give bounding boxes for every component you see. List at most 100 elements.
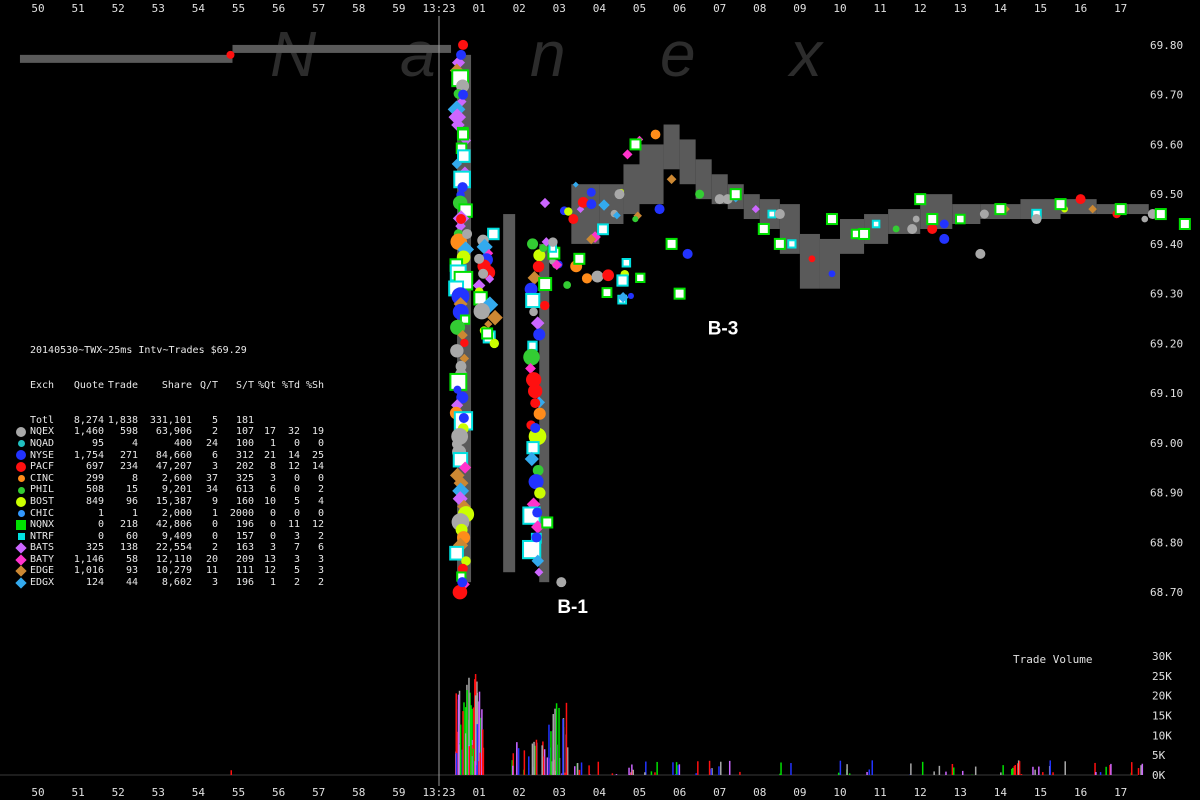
x-tick-top: 50 — [31, 2, 44, 15]
annotation-label: B-1 — [557, 597, 588, 618]
trade-mark-nyse — [828, 270, 836, 278]
y-tick: 69.40 — [1150, 238, 1183, 251]
volume-bar — [230, 770, 232, 775]
volume-bar — [576, 763, 579, 775]
volume-bar — [468, 746, 471, 775]
volume-bar — [952, 767, 955, 775]
volume-bar — [1020, 774, 1023, 775]
stats-cell: 2 — [317, 530, 324, 542]
volume-bar — [650, 771, 653, 775]
trade-mark-cinc — [533, 407, 546, 420]
stats-row: EDGE 1,016 93 10,279 11 111 12 5 3 — [15, 565, 324, 577]
stats-cell: 3 — [269, 542, 276, 554]
volume-bar — [455, 753, 458, 775]
trade-mark-nyse — [458, 89, 469, 100]
x-tick-top: 08 — [753, 2, 766, 15]
x-tick-bottom: 09 — [793, 786, 806, 799]
x-tick-bottom: 16 — [1074, 786, 1087, 799]
trade-mark-pacf — [927, 223, 938, 234]
volume-bar — [710, 768, 712, 775]
stats-cell: 124 — [85, 577, 104, 589]
trade-mark-nyse — [528, 474, 544, 490]
trade-mark-pacf — [458, 39, 469, 50]
stats-cell: 14 — [287, 449, 300, 461]
stats-cell: 9,201 — [161, 484, 192, 496]
trade-mark-nqex — [529, 307, 538, 317]
stats-cell: 10,279 — [155, 565, 192, 577]
trade-mark-nqnx — [1154, 208, 1167, 221]
volume-tick: 5K — [1152, 749, 1166, 762]
volume-bar — [1038, 766, 1040, 775]
volume-bar — [1095, 772, 1097, 775]
trade-mark-pacf — [528, 383, 543, 399]
stats-cell: 22,554 — [155, 542, 192, 554]
trade-mark-nyse — [457, 577, 468, 588]
trade-mark-nyse — [627, 292, 634, 299]
volume-bar — [516, 742, 518, 775]
x-tick-bottom: 02 — [513, 786, 526, 799]
x-tick-top: 56 — [272, 2, 285, 15]
x-tick-top: 09 — [793, 2, 806, 15]
volume-bar — [675, 762, 678, 775]
stats-cell: 25 — [311, 449, 324, 461]
x-tick-bottom: 12 — [914, 786, 927, 799]
volume-bar — [1042, 772, 1044, 775]
exchange-marker-icon — [18, 475, 25, 483]
stats-cell: 2 — [293, 577, 300, 589]
trade-mark-phil — [632, 216, 639, 223]
stats-cell: BATS — [30, 542, 55, 554]
stats-cell: 12 — [287, 461, 300, 473]
stats-cell: NQNX — [30, 519, 55, 531]
trade-mark-phil — [532, 464, 544, 476]
volume-bar — [565, 702, 568, 775]
stats-cell: 6 — [269, 484, 276, 496]
annotation-label: B-3 — [708, 318, 739, 339]
stats-cell: 181 — [235, 414, 254, 426]
trade-mark-phil — [695, 189, 705, 199]
volume-bar — [644, 772, 646, 775]
volume-bar — [589, 774, 591, 775]
stats-cell: 0 — [97, 519, 104, 531]
stats-cell: 209 — [235, 553, 254, 565]
nbbo-segment — [639, 144, 664, 205]
stats-cell: 0 — [269, 519, 276, 531]
y-tick: 69.50 — [1150, 188, 1183, 201]
exchange-marker-icon — [16, 496, 26, 507]
trade-mark-bost — [489, 338, 500, 349]
volume-bar — [578, 769, 581, 775]
y-tick: 69.10 — [1150, 387, 1183, 400]
stats-cell: 111 — [235, 565, 254, 577]
x-tick-top: 05 — [633, 2, 646, 15]
trade-mark-nqnx — [858, 227, 871, 240]
x-tick-bottom: 59 — [392, 786, 405, 799]
stats-cell: 1,016 — [73, 565, 104, 577]
trade-mark-nqex — [474, 253, 485, 264]
exchange-marker-icon — [18, 532, 25, 540]
stats-cell: 3 — [211, 577, 218, 589]
volume-bar — [476, 724, 479, 775]
stats-cell: 9,409 — [161, 530, 192, 542]
stats-row: NQNX 0 218 42,806 0 196 0 11 12 — [16, 519, 324, 531]
x-tick-bottom: 15 — [1034, 786, 1047, 799]
trade-mark-nqnx — [1054, 198, 1067, 211]
stats-row: BOST 849 96 15,387 9 160 10 5 4 — [16, 496, 324, 508]
volume-tick: 30K — [1152, 650, 1172, 663]
trade-mark-nqnx — [729, 188, 742, 201]
volume-bar — [552, 714, 555, 775]
stats-cell: 17 — [263, 426, 276, 438]
x-tick-top: 12 — [914, 2, 927, 15]
trade-mark-nqnx — [481, 327, 494, 340]
volume-bar — [837, 772, 840, 775]
x-tick-bottom: 17 — [1114, 786, 1127, 799]
trade-mark-nqnx — [955, 213, 966, 225]
nbbo-segment — [19, 54, 233, 63]
nbbo-segment — [819, 238, 840, 289]
x-tick-bottom: 07 — [713, 786, 726, 799]
volume-bar — [1064, 761, 1066, 775]
trade-mark-nqnx — [665, 237, 678, 250]
trade-mark-pacf — [568, 214, 579, 225]
trade-mark-nyse — [682, 248, 693, 259]
stats-cell: 2 — [317, 577, 324, 589]
volume-bar — [548, 724, 550, 775]
stats-cell: 63,906 — [155, 426, 192, 438]
